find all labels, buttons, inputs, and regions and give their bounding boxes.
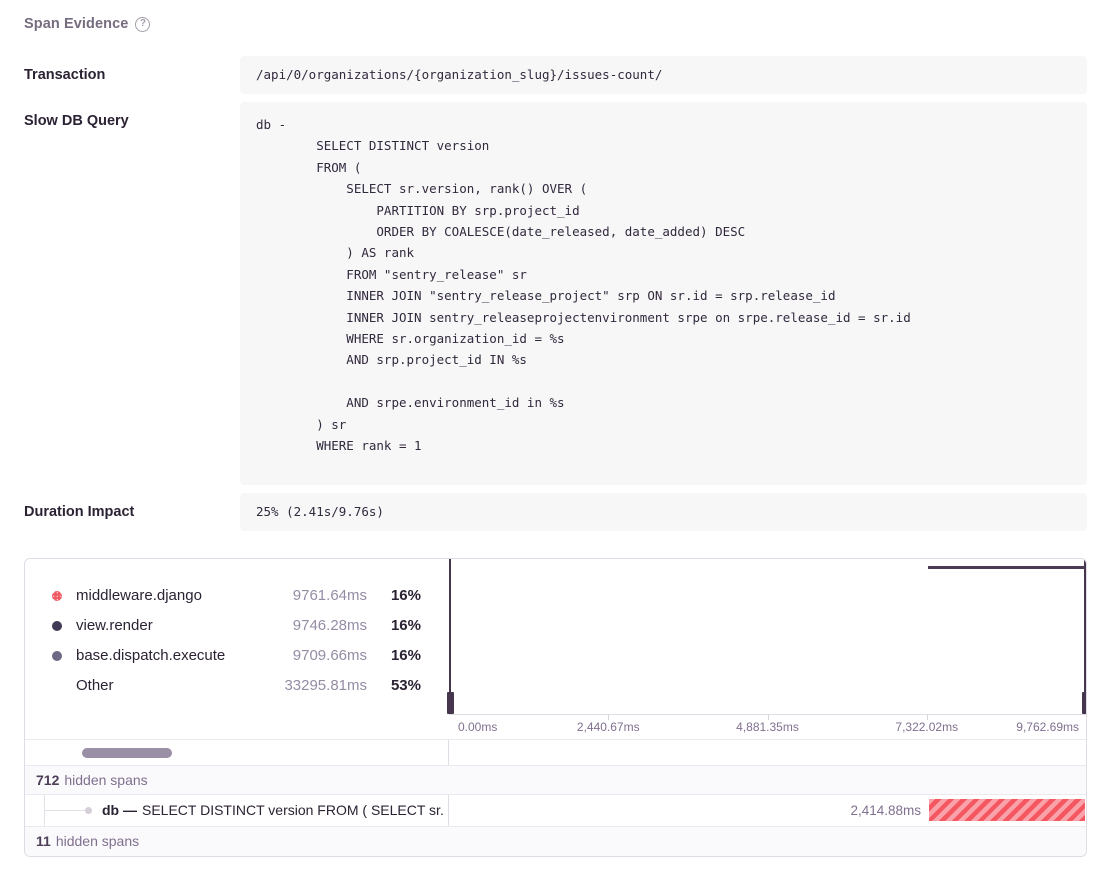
legend-row: Other 33295.81ms 53% xyxy=(25,671,449,701)
span-legend: middleware.django 9761.64ms 16% view.ren… xyxy=(25,559,449,739)
span-row-timeline-cell: 2,414.88ms xyxy=(449,795,1086,826)
tree-node-dot-icon xyxy=(85,807,92,814)
legend-dot-middleware-django-icon xyxy=(52,591,62,601)
axis-label: 0.00ms xyxy=(458,720,497,734)
minimap-viewport xyxy=(449,559,1086,714)
span-duration-label: 2,414.88ms xyxy=(850,803,921,818)
legend-name: view.render xyxy=(76,617,293,634)
legend-row: base.dispatch.execute 9709.66ms 16% xyxy=(25,641,449,671)
waterfall-header: middleware.django 9761.64ms 16% view.ren… xyxy=(25,559,1086,739)
hidden-spans-below-row[interactable]: 11 hidden spans xyxy=(25,826,1086,856)
legend-dot-base-dispatch-icon xyxy=(52,651,62,661)
legend-percent: 16% xyxy=(367,587,421,604)
legend-duration: 9709.66ms xyxy=(293,647,367,664)
slow-db-query-value: db - SELECT DISTINCT version FROM ( SELE… xyxy=(240,102,1087,485)
legend-dot-view-render-icon xyxy=(52,621,62,631)
page-title: Span Evidence xyxy=(24,16,128,32)
minimap-right-grip[interactable] xyxy=(1082,692,1088,714)
sql-query-text: db - SELECT DISTINCT version FROM ( SELE… xyxy=(256,114,1071,457)
hidden-spans-label: hidden spans xyxy=(56,833,139,849)
axis-label: 2,440.67ms xyxy=(577,720,640,734)
hidden-spans-above-row[interactable]: 712 hidden spans xyxy=(25,765,1086,794)
hidden-spans-label: hidden spans xyxy=(64,772,147,788)
scrollbar-row-right xyxy=(449,740,1086,765)
tree-scrollbar-row xyxy=(25,739,1086,765)
section-header: Span Evidence ? xyxy=(24,16,1087,32)
time-axis: 0.00ms 2,440.67ms 4,881.35ms 7,322.02ms … xyxy=(449,714,1086,739)
duration-impact-label: Duration Impact xyxy=(24,493,240,531)
horizontal-scrollbar[interactable] xyxy=(25,740,449,765)
span-row-description-cell: db — SELECT DISTINCT version FROM ( SELE… xyxy=(25,795,449,826)
legend-name: middleware.django xyxy=(76,587,293,604)
legend-row: view.render 9746.28ms 16% xyxy=(25,611,449,641)
span-op: db — xyxy=(102,802,137,818)
legend-percent: 53% xyxy=(367,677,421,694)
legend-name: base.dispatch.execute xyxy=(76,647,293,664)
hidden-spans-count: 712 xyxy=(36,772,59,788)
legend-duration: 33295.81ms xyxy=(284,677,367,694)
question-mark-icon[interactable]: ? xyxy=(135,17,150,32)
minimap-left-handle[interactable] xyxy=(449,559,451,714)
legend-row: middleware.django 9761.64ms 16% xyxy=(25,581,449,611)
scrollbar-thumb[interactable] xyxy=(82,748,172,758)
minimap-span-bar xyxy=(928,566,1086,569)
span-query-text: SELECT DISTINCT version FROM ( SELECT sr… xyxy=(142,802,444,818)
transaction-label: Transaction xyxy=(24,56,240,94)
hidden-spans-count: 11 xyxy=(36,833,51,849)
slow-db-query-label: Slow DB Query xyxy=(24,102,240,485)
evidence-table: Transaction /api/0/organizations/{organi… xyxy=(24,56,1087,531)
axis-label: 4,881.35ms xyxy=(736,720,799,734)
span-duration-bar[interactable] xyxy=(929,799,1085,821)
duration-impact-value: 25% (2.41s/9.76s) xyxy=(240,493,1087,531)
tree-connector-horizontal xyxy=(44,810,87,811)
transaction-value: /api/0/organizations/{organization_slug}… xyxy=(240,56,1087,94)
minimap-right-handle[interactable] xyxy=(1084,559,1086,714)
legend-duration: 9761.64ms xyxy=(293,587,367,604)
span-waterfall: middleware.django 9761.64ms 16% view.ren… xyxy=(24,558,1087,857)
legend-percent: 16% xyxy=(367,647,421,664)
legend-percent: 16% xyxy=(367,617,421,634)
span-description: db — SELECT DISTINCT version FROM ( SELE… xyxy=(102,795,444,826)
span-evidence-panel: Span Evidence ? Transaction /api/0/organ… xyxy=(0,0,1111,857)
axis-label: 7,322.02ms xyxy=(895,720,958,734)
legend-duration: 9746.28ms xyxy=(293,617,367,634)
timeline-minimap: 0.00ms 2,440.67ms 4,881.35ms 7,322.02ms … xyxy=(449,559,1086,739)
legend-name: Other xyxy=(76,677,284,694)
db-span-row[interactable]: db — SELECT DISTINCT version FROM ( SELE… xyxy=(25,794,1086,826)
minimap-left-grip[interactable] xyxy=(447,692,454,714)
axis-label: 9,762.69ms xyxy=(1016,720,1079,734)
